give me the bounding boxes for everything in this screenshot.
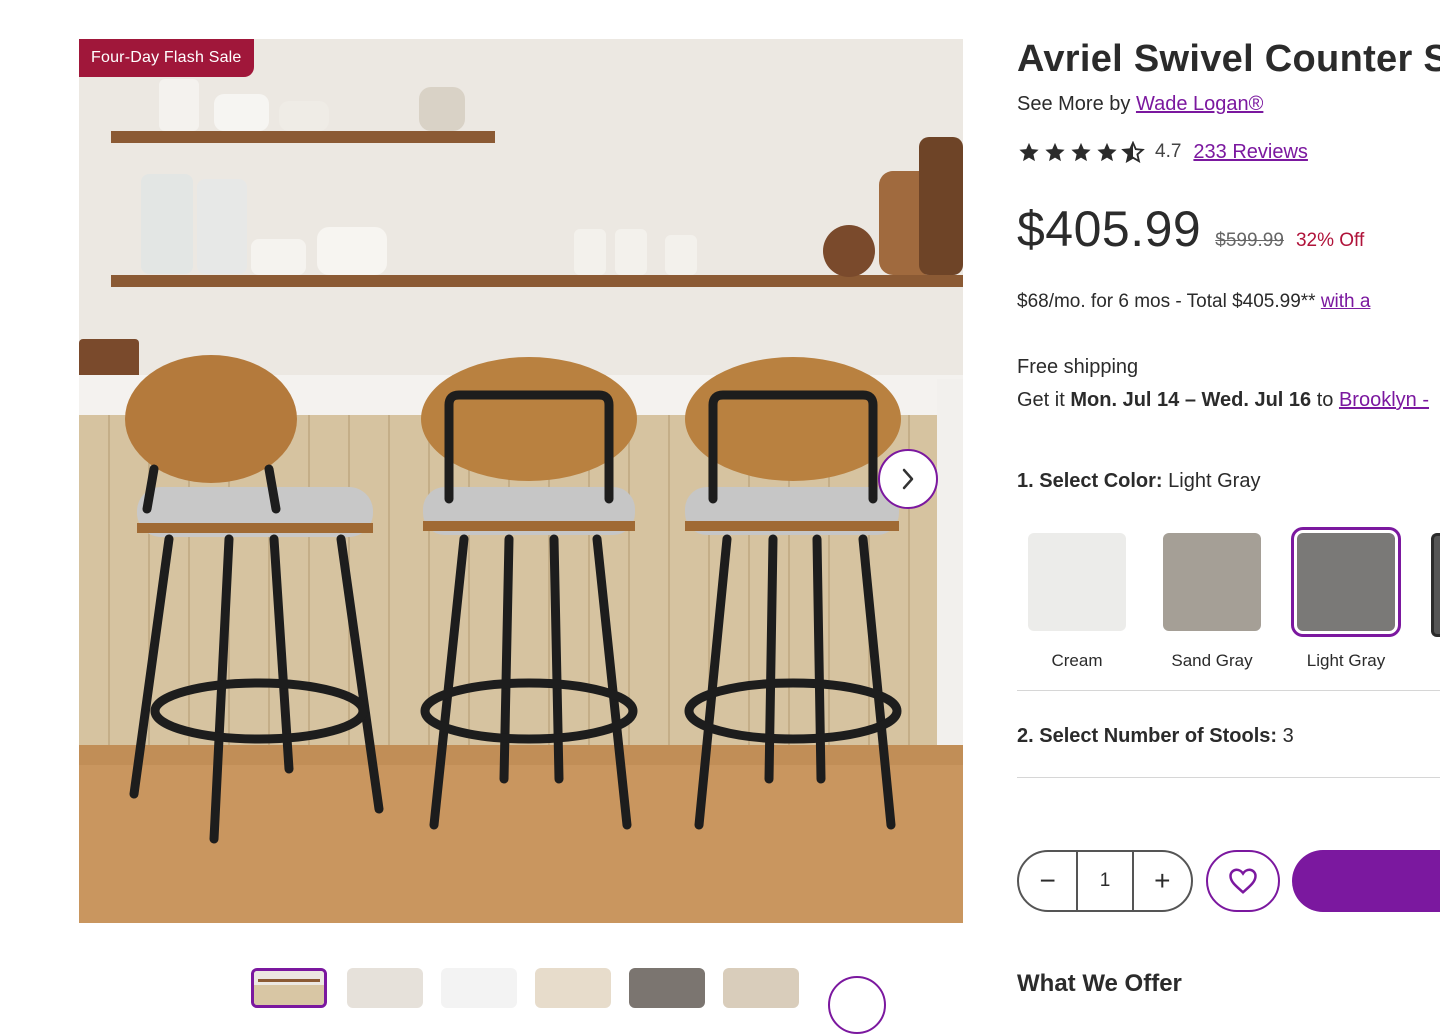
star-icon xyxy=(1071,142,1091,162)
swatch-cream[interactable]: Cream xyxy=(1017,528,1137,671)
product-details: Avriel Swivel Counter S See More by Wade… xyxy=(1017,0,1440,992)
thumbnail-4[interactable] xyxy=(535,968,611,1008)
chevron-right-icon xyxy=(902,468,914,490)
current-price: $405.99 xyxy=(1017,201,1202,257)
swatch-color xyxy=(1028,533,1126,631)
divider xyxy=(1017,690,1440,691)
thumbnail-6[interactable] xyxy=(723,968,799,1008)
thumbnail-2[interactable] xyxy=(347,968,423,1008)
thumbnails-next-button[interactable] xyxy=(828,976,886,1034)
stools-select-heading[interactable]: 2. Select Number of Stools: 3 xyxy=(1017,725,1294,748)
color-select-heading: 1. Select Color: Light Gray xyxy=(1017,470,1260,493)
financing-text: $68/mo. for 6 mos - Total $405.99** xyxy=(1017,291,1321,312)
star-icon xyxy=(1019,142,1039,162)
discount-badge: 32% Off xyxy=(1295,230,1365,251)
see-more-by: See More by Wade Logan® xyxy=(1017,93,1263,116)
price-row: $405.99 $599.99 32% Off xyxy=(1017,200,1364,258)
rating-row: 4.7 233 Reviews xyxy=(1017,139,1308,165)
product-photo xyxy=(79,39,963,923)
financing-info: $68/mo. for 6 mos - Total $405.99** with… xyxy=(1017,291,1370,313)
delivery-prefix: Get it xyxy=(1017,389,1071,411)
add-to-favorites-button[interactable] xyxy=(1206,850,1280,912)
swatch-color xyxy=(1163,533,1261,631)
star-icon xyxy=(1045,142,1065,162)
financing-link[interactable]: with a xyxy=(1321,291,1371,312)
add-to-cart-button[interactable] xyxy=(1292,850,1440,912)
brand-link[interactable]: Wade Logan® xyxy=(1136,93,1263,115)
swatch-label: Cream xyxy=(1051,651,1103,670)
reviews-link[interactable]: 233 Reviews xyxy=(1193,141,1308,164)
thumbnail-1[interactable] xyxy=(251,968,327,1008)
delivery-dates: Mon. Jul 14 – Wed. Jul 16 xyxy=(1070,389,1312,411)
stools-select-value: 3 xyxy=(1282,725,1294,747)
star-icon xyxy=(1097,142,1117,162)
thumbnail-image xyxy=(254,971,324,1005)
swatch-label: Sand Gray xyxy=(1171,651,1253,670)
star-rating xyxy=(1017,141,1145,163)
divider xyxy=(1017,777,1440,778)
free-shipping: Free shipping xyxy=(1017,356,1139,378)
swatch-next-partial[interactable] xyxy=(1431,533,1440,637)
quantity-stepper: − 1 + xyxy=(1017,850,1193,912)
star-half-icon xyxy=(1121,141,1145,163)
increase-quantity-button[interactable]: + xyxy=(1134,852,1191,910)
what-we-offer-heading: What We Offer xyxy=(1017,970,1182,992)
heart-icon xyxy=(1229,868,1257,894)
rating-value: 4.7 xyxy=(1155,141,1182,162)
flash-sale-badge: Four-Day Flash Sale xyxy=(79,39,254,77)
swatch-sand-gray[interactable]: Sand Gray xyxy=(1152,528,1272,671)
thumbnail-5[interactable] xyxy=(629,968,705,1008)
product-image-gallery[interactable]: Four-Day Flash Sale xyxy=(79,39,963,923)
swatch-color xyxy=(1291,527,1401,637)
swatch-label: Light Gray xyxy=(1306,651,1386,670)
color-select-label: 1. Select Color: xyxy=(1017,470,1163,492)
delivery-estimate: Get it Mon. Jul 14 – Wed. Jul 16 to Broo… xyxy=(1017,389,1429,412)
delivery-location-link[interactable]: Brooklyn - xyxy=(1339,389,1429,411)
see-more-prefix: See More by xyxy=(1017,93,1136,115)
stools-select-label: 2. Select Number of Stools: xyxy=(1017,725,1278,747)
delivery-to: to xyxy=(1311,389,1339,411)
thumbnail-3[interactable] xyxy=(441,968,517,1008)
original-price: $599.99 xyxy=(1215,230,1284,251)
product-title: Avriel Swivel Counter S xyxy=(1017,38,1440,80)
quantity-value[interactable]: 1 xyxy=(1076,852,1134,910)
color-select-value: Light Gray xyxy=(1168,470,1261,492)
decrease-quantity-button[interactable]: − xyxy=(1019,852,1076,910)
next-image-button[interactable] xyxy=(878,449,938,509)
swatch-light-gray[interactable]: Light Gray xyxy=(1286,527,1406,671)
